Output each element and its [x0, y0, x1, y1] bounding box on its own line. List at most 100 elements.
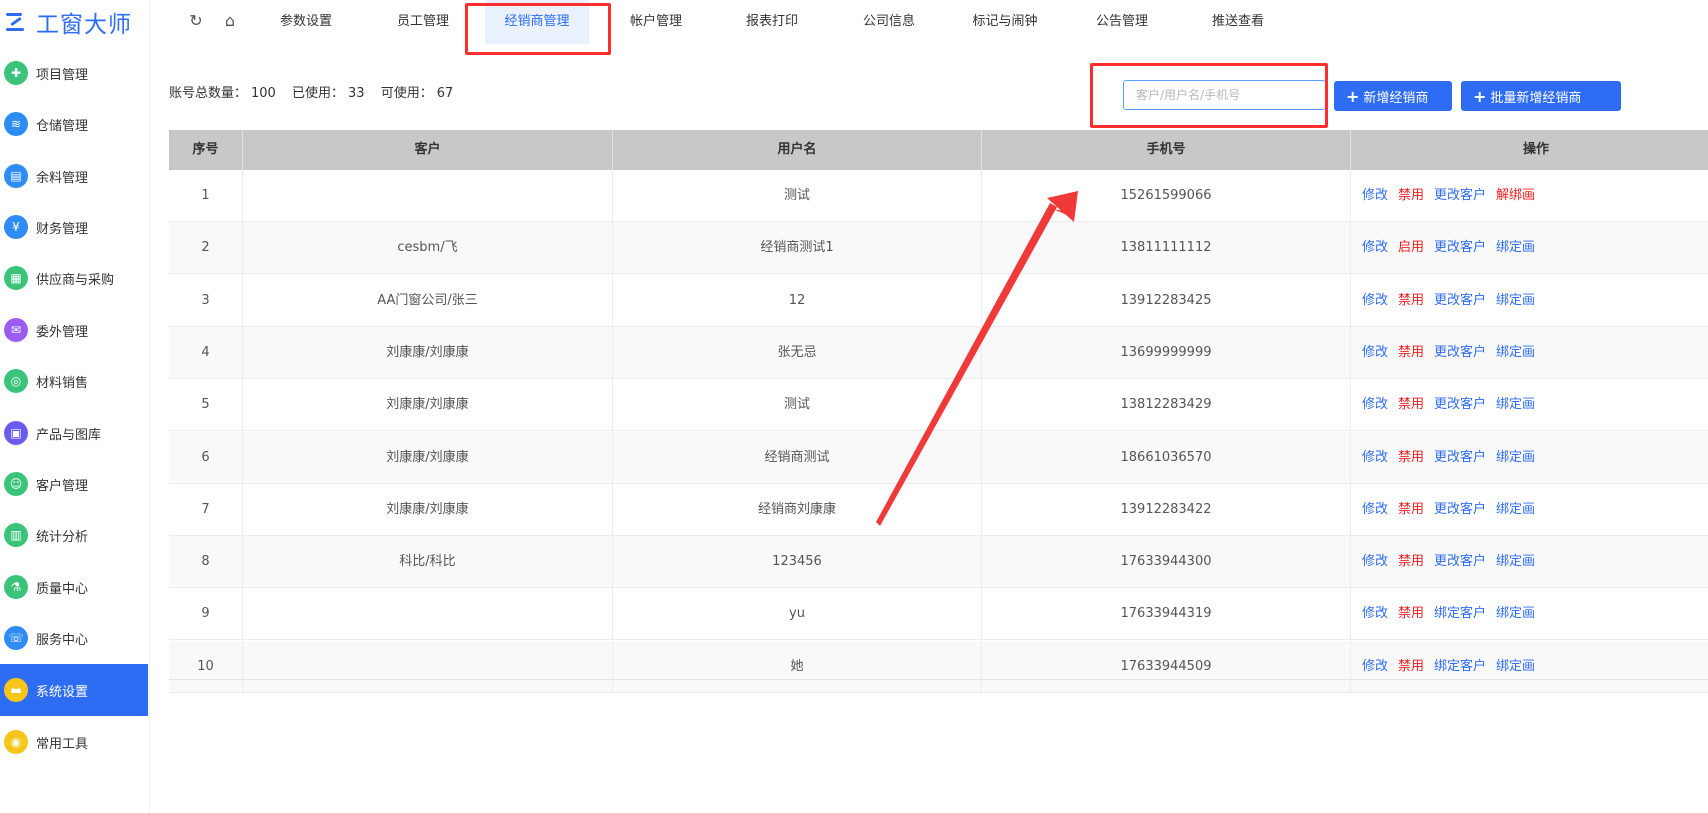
bind-drawing-link[interactable]: 绑定画: [1496, 240, 1535, 255]
col-header-no: 序号: [169, 130, 243, 170]
cell-phone: 13912283422: [982, 483, 1351, 536]
cell-actions: 修改 禁用 更改客户 解绑画: [1352, 170, 1535, 222]
change-customer-link[interactable]: 更改客户: [1434, 554, 1486, 569]
sidebar-item-14[interactable]: ◉ 常用工具: [0, 716, 148, 768]
edit-link[interactable]: 修改: [1362, 606, 1388, 621]
statistics-icon: ▥: [4, 523, 28, 547]
edit-link[interactable]: 修改: [1362, 293, 1388, 308]
cell-actions: 修改 禁用 绑定客户 绑定画: [1352, 641, 1535, 693]
remnant-icon: ▤: [4, 164, 28, 188]
toggle-status-link[interactable]: 禁用: [1398, 397, 1424, 412]
home-icon[interactable]: ⌂: [221, 12, 239, 30]
toggle-status-link[interactable]: 禁用: [1398, 659, 1424, 674]
col-header-actions: 操作: [1522, 142, 1549, 157]
tab-5[interactable]: 报表打印: [720, 0, 824, 44]
bind-drawing-link[interactable]: 绑定画: [1496, 397, 1535, 412]
cell-customer: cesbm/飞: [243, 222, 613, 275]
edit-link[interactable]: 修改: [1362, 450, 1388, 465]
sidebar-item-4[interactable]: ¥ 财务管理: [0, 201, 148, 253]
cell-phone: 13699999999: [982, 326, 1351, 379]
sidebar-item-6[interactable]: ✉ 委外管理: [0, 304, 148, 356]
refresh-icon[interactable]: ↻: [187, 12, 205, 30]
edit-link[interactable]: 修改: [1362, 188, 1388, 203]
cell-customer: 刘康康/刘康康: [243, 431, 613, 484]
toggle-status-link[interactable]: 禁用: [1398, 450, 1424, 465]
sidebar-item-3[interactable]: ▤ 余料管理: [0, 150, 148, 202]
tab-7[interactable]: 标记与闹钟: [953, 0, 1057, 44]
toggle-status-link[interactable]: 启用: [1398, 240, 1424, 255]
change-customer-link[interactable]: 更改客户: [1434, 345, 1486, 360]
tools-icon: ◉: [4, 730, 28, 754]
edit-link[interactable]: 修改: [1362, 554, 1388, 569]
cell-no: 5: [169, 379, 243, 432]
sidebar-item-12[interactable]: ☏ 服务中心: [0, 612, 148, 664]
edit-link[interactable]: 修改: [1362, 240, 1388, 255]
tab-1[interactable]: 参数设置: [254, 0, 358, 44]
cell-customer: [243, 640, 613, 693]
toggle-status-link[interactable]: 禁用: [1398, 606, 1424, 621]
sidebar-item-5[interactable]: ▦ 供应商与采购: [0, 252, 148, 304]
tab-6[interactable]: 公司信息: [837, 0, 941, 44]
sidebar-item-label: 材料销售: [36, 375, 89, 391]
sidebar-item-7[interactable]: ◎ 材料销售: [0, 355, 148, 407]
toggle-status-link[interactable]: 禁用: [1398, 188, 1424, 203]
bind-drawing-link[interactable]: 绑定画: [1496, 345, 1535, 360]
service-icon: ☏: [4, 626, 28, 650]
edit-link[interactable]: 修改: [1362, 659, 1388, 674]
sidebar-item-1[interactable]: ✚ 项目管理: [0, 47, 148, 99]
change-customer-link[interactable]: 绑定客户: [1434, 659, 1486, 674]
warehouse-icon: ≋: [4, 112, 28, 136]
edit-link[interactable]: 修改: [1362, 397, 1388, 412]
edit-link[interactable]: 修改: [1362, 502, 1388, 517]
app-logo[interactable]: 工窗大师: [4, 6, 132, 38]
change-customer-link[interactable]: 绑定客户: [1434, 606, 1486, 621]
toggle-status-link[interactable]: 禁用: [1398, 293, 1424, 308]
cell-no: 2: [169, 222, 243, 275]
toggle-status-link[interactable]: 禁用: [1398, 502, 1424, 517]
tab-9[interactable]: 推送查看: [1186, 0, 1290, 44]
sidebar-item-label: 仓储管理: [36, 118, 89, 134]
batch-add-dealer-button[interactable]: + 批量新增经销商: [1461, 81, 1621, 111]
tab-3[interactable]: 经销商管理: [485, 0, 589, 44]
bind-drawing-link[interactable]: 绑定画: [1496, 659, 1535, 674]
bind-drawing-link[interactable]: 绑定画: [1496, 293, 1535, 308]
tab-4[interactable]: 帐户管理: [604, 0, 708, 44]
cell-username: 测试: [613, 379, 982, 432]
toggle-status-link[interactable]: 禁用: [1398, 345, 1424, 360]
change-customer-link[interactable]: 更改客户: [1434, 188, 1486, 203]
bind-drawing-link[interactable]: 绑定画: [1496, 450, 1535, 465]
search-input[interactable]: [1123, 80, 1326, 110]
change-customer-link[interactable]: 更改客户: [1434, 293, 1486, 308]
settings-icon: ▬: [4, 678, 28, 702]
sidebar-item-10[interactable]: ▥ 统计分析: [0, 509, 148, 561]
cell-customer: 刘康康/刘康康: [243, 379, 613, 432]
sidebar-item-9[interactable]: ☺ 客户管理: [0, 458, 148, 510]
sidebar-item-11[interactable]: ⚗ 质量中心: [0, 561, 148, 613]
toggle-status-link[interactable]: 禁用: [1398, 554, 1424, 569]
cell-customer: 刘康康/刘康康: [243, 483, 613, 536]
tab-8[interactable]: 公告管理: [1070, 0, 1174, 44]
cell-customer: 刘康康/刘康康: [243, 326, 613, 379]
cell-customer: AA门窗公司/张三: [243, 274, 613, 327]
bind-drawing-link[interactable]: 绑定画: [1496, 502, 1535, 517]
sidebar-item-2[interactable]: ≋ 仓储管理: [0, 98, 148, 150]
cell-username: 经销商测试1: [613, 222, 982, 275]
available-count: 67: [436, 86, 454, 101]
tab-2[interactable]: 员工管理: [371, 0, 475, 44]
sidebar-item-13[interactable]: ▬ 系统设置: [0, 664, 148, 716]
sidebar-item-label: 质量中心: [36, 581, 89, 597]
change-customer-link[interactable]: 更改客户: [1434, 397, 1486, 412]
change-customer-link[interactable]: 更改客户: [1434, 502, 1486, 517]
add-dealer-button[interactable]: + 新增经销商: [1334, 81, 1452, 111]
bind-drawing-link[interactable]: 解绑画: [1496, 188, 1535, 203]
sidebar-item-8[interactable]: ▣ 产品与图库: [0, 407, 148, 459]
total-count: 100: [251, 86, 276, 101]
customer-icon: ☺: [4, 472, 28, 496]
edit-link[interactable]: 修改: [1362, 345, 1388, 360]
bind-drawing-link[interactable]: 绑定画: [1496, 554, 1535, 569]
change-customer-link[interactable]: 更改客户: [1434, 450, 1486, 465]
bind-drawing-link[interactable]: 绑定画: [1496, 606, 1535, 621]
table-row: 2 cesbm/飞 经销商测试1 13811111112 修改 启用 更改客户 绑定画: [169, 222, 1708, 275]
cell-no: 3: [169, 274, 243, 327]
change-customer-link[interactable]: 更改客户: [1434, 240, 1486, 255]
